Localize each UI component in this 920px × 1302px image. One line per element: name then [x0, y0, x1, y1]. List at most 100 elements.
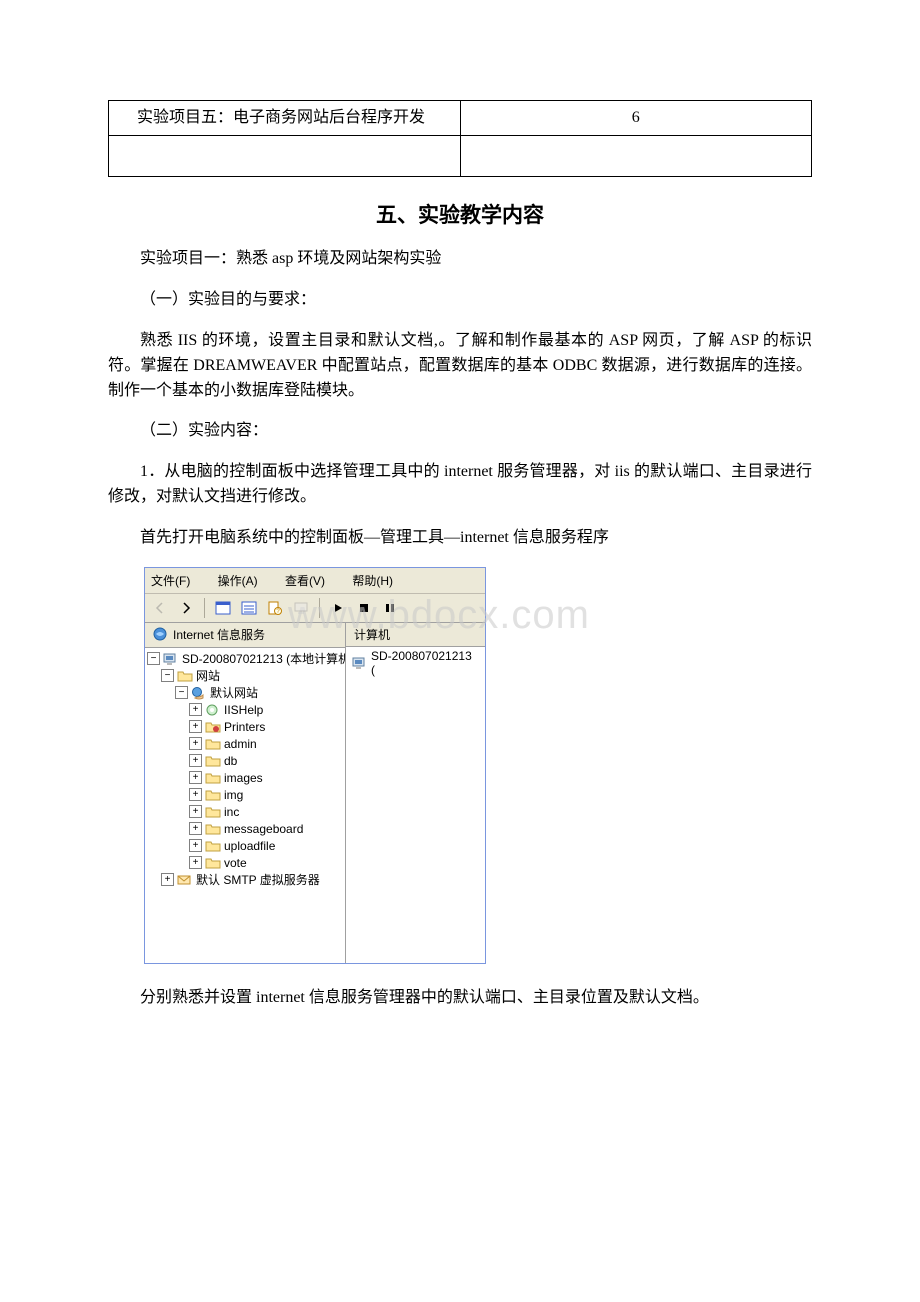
- menu-action[interactable]: 操作(A): [218, 574, 270, 588]
- back-button[interactable]: [149, 597, 171, 619]
- expand-icon[interactable]: +: [189, 856, 202, 869]
- expand-icon[interactable]: +: [189, 805, 202, 818]
- tree-node-computer[interactable]: − SD-200807021213 (本地计算机: [147, 650, 343, 667]
- tree-node-img[interactable]: + img: [147, 786, 343, 803]
- menubar: 文件(F) 操作(A) 查看(V) 帮助(H): [145, 568, 485, 594]
- tree-node-messageboard[interactable]: + messageboard: [147, 820, 343, 837]
- toolbar: ?: [145, 594, 485, 623]
- toolbar-button[interactable]: [238, 597, 260, 619]
- properties-icon: ?: [267, 600, 283, 616]
- folder-icon: [205, 753, 221, 769]
- menu-file[interactable]: 文件(F): [151, 574, 202, 588]
- folder-icon: [205, 804, 221, 820]
- tree-node-admin[interactable]: + admin: [147, 735, 343, 752]
- tree-node-uploadfile[interactable]: + uploadfile: [147, 837, 343, 854]
- collapse-icon[interactable]: −: [161, 669, 174, 682]
- stop-icon: [358, 602, 370, 614]
- folder-icon: [205, 787, 221, 803]
- list-pane: 计算机 SD-200807021213 (: [346, 623, 485, 963]
- folder-icon: [205, 838, 221, 854]
- node-label: img: [224, 788, 243, 802]
- node-label: images: [224, 771, 263, 785]
- tree-node-printers[interactable]: + Printers: [147, 718, 343, 735]
- toolbar-separator: [319, 598, 320, 618]
- paragraph: （二）实验内容：: [108, 419, 812, 444]
- globe-hand-icon: [191, 685, 207, 701]
- computer-icon: [293, 600, 309, 616]
- pause-icon: [384, 602, 396, 614]
- toolbar-separator: [204, 598, 205, 618]
- expand-icon[interactable]: +: [189, 771, 202, 784]
- tree-node-sites[interactable]: − 网站: [147, 667, 343, 684]
- mail-icon: [177, 872, 193, 888]
- tree-node-iishelp[interactable]: + IISHelp: [147, 701, 343, 718]
- tree-node-smtp[interactable]: + 默认 SMTP 虚拟服务器: [147, 871, 343, 888]
- paragraph: 熟悉 IIS 的环境，设置主目录和默认文档,。了解和制作最基本的 ASP 网页，…: [108, 329, 812, 403]
- service-icon: [153, 627, 169, 641]
- left-column-header: Internet 信息服务: [145, 623, 345, 649]
- section-heading: 五、实验教学内容: [108, 199, 812, 229]
- folder-icon: [205, 736, 221, 752]
- computer-icon: [163, 651, 179, 667]
- pause-button[interactable]: [379, 597, 401, 619]
- iis-window: 文件(F) 操作(A) 查看(V) 帮助(H): [144, 567, 486, 964]
- forward-button[interactable]: [175, 597, 197, 619]
- right-column-header: 计算机: [346, 623, 485, 647]
- gear-folder-icon: [205, 702, 221, 718]
- node-label: uploadfile: [224, 839, 275, 853]
- paragraph: 1．从电脑的控制面板中选择管理工具中的 internet 服务管理器，对 iis…: [108, 460, 812, 510]
- toolbar-button[interactable]: ?: [264, 597, 286, 619]
- cell-text: 6: [632, 109, 640, 126]
- list-item-label: SD-200807021213 (: [371, 649, 479, 677]
- paragraph: 分别熟悉并设置 internet 信息服务管理器中的默认端口、主目录位置及默认文…: [108, 986, 812, 1011]
- expand-icon[interactable]: +: [189, 720, 202, 733]
- collapse-icon[interactable]: −: [147, 652, 160, 665]
- arrow-right-icon: [180, 602, 192, 614]
- play-button[interactable]: [327, 597, 349, 619]
- panel-icon: [215, 600, 231, 616]
- node-label: messageboard: [224, 822, 303, 836]
- play-icon: [332, 602, 344, 614]
- node-label: SD-200807021213 (本地计算机: [182, 650, 346, 667]
- toolbar-button[interactable]: [290, 597, 312, 619]
- list-item[interactable]: SD-200807021213 (: [346, 647, 485, 679]
- expand-icon[interactable]: +: [161, 873, 174, 886]
- folder-icon: [205, 821, 221, 837]
- expand-icon[interactable]: +: [189, 703, 202, 716]
- node-label: vote: [224, 856, 247, 870]
- collapse-icon[interactable]: −: [175, 686, 188, 699]
- node-label: 默认网站: [210, 684, 258, 701]
- folder-icon: [205, 855, 221, 871]
- expand-icon[interactable]: +: [189, 839, 202, 852]
- tree-node-vote[interactable]: + vote: [147, 854, 343, 871]
- folder-icon: [205, 770, 221, 786]
- expand-icon[interactable]: +: [189, 822, 202, 835]
- folder-icon: [177, 668, 193, 684]
- expand-icon[interactable]: +: [189, 737, 202, 750]
- table-cell-empty: [460, 136, 812, 177]
- menu-help[interactable]: 帮助(H): [352, 574, 405, 588]
- table-cell-right: 6: [460, 101, 812, 136]
- toolbar-button[interactable]: [212, 597, 234, 619]
- tree-view[interactable]: − SD-200807021213 (本地计算机 − 网站: [145, 648, 345, 892]
- printer-folder-icon: [205, 719, 221, 735]
- expand-icon[interactable]: +: [189, 788, 202, 801]
- experiment-table: 实验项目五：电子商务网站后台程序开发 6: [108, 100, 812, 177]
- tree-node-db[interactable]: + db: [147, 752, 343, 769]
- menu-view[interactable]: 查看(V): [285, 574, 337, 588]
- node-label: IISHelp: [224, 703, 263, 717]
- tree-node-inc[interactable]: + inc: [147, 803, 343, 820]
- node-label: inc: [224, 805, 239, 819]
- tree-pane: Internet 信息服务 − SD-200807021213 (本地计算机 −: [145, 623, 346, 963]
- node-label: 默认 SMTP 虚拟服务器: [196, 871, 320, 888]
- tree-node-default-site[interactable]: − 默认网站: [147, 684, 343, 701]
- list-icon: [241, 600, 257, 616]
- table-cell-empty: [109, 136, 461, 177]
- arrow-left-icon: [154, 602, 166, 614]
- stop-button[interactable]: [353, 597, 375, 619]
- node-label: Printers: [224, 720, 265, 734]
- header-text: Internet 信息服务: [173, 626, 265, 643]
- tree-node-images[interactable]: + images: [147, 769, 343, 786]
- cell-text: 实验项目五：电子商务网站后台程序开发: [137, 109, 425, 126]
- expand-icon[interactable]: +: [189, 754, 202, 767]
